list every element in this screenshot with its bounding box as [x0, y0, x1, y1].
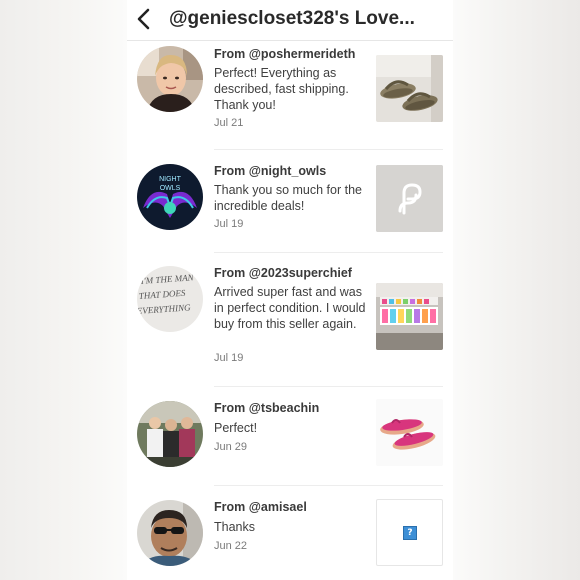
avatar-text-top: NIGHT — [159, 176, 182, 183]
from-label: From — [214, 401, 246, 415]
review-message: Perfect! — [214, 421, 258, 435]
background-left — [0, 0, 127, 580]
chevron-left-icon[interactable] — [133, 7, 157, 31]
review-date: Jul 21 — [214, 117, 244, 129]
review-from: From @amisael — [214, 500, 307, 514]
avatar[interactable] — [137, 401, 203, 467]
love-notes-screen: @geniescloset328's Love... From @posherm… — [127, 0, 453, 580]
broken-image-icon[interactable]: ? — [376, 499, 443, 566]
review-date: Jun 22 — [214, 540, 248, 552]
review-date: Jun 29 — [214, 441, 248, 453]
review-message: Thanks — [214, 520, 255, 534]
review-from: From @2023superchief — [214, 266, 352, 280]
review-message: Thank you so much for the incredible dea… — [214, 183, 362, 213]
reviewer-handle[interactable]: @poshermerideth — [249, 47, 356, 61]
review-from: From @tsbeachin — [214, 401, 319, 415]
avatar[interactable] — [137, 46, 203, 112]
avatar[interactable]: I'M THE MAN THAT DOES EVERYTHING — [137, 266, 203, 332]
review-date: Jul 19 — [214, 218, 244, 230]
broken-image-glyph: ? — [403, 526, 417, 540]
products-photo[interactable] — [376, 283, 443, 350]
reviewer-handle[interactable]: @amisael — [249, 500, 307, 514]
flip-flops-photo[interactable] — [376, 399, 443, 466]
review-message: Arrived super fast and was in perfect co… — [214, 285, 366, 331]
page-title: @geniescloset328's Love... — [169, 8, 415, 29]
from-label: From — [214, 266, 246, 280]
from-label: From — [214, 164, 246, 178]
avatar-text-mid: OWLS — [160, 185, 181, 192]
background-right — [453, 0, 580, 580]
top-bar: @geniescloset328's Love... — [127, 0, 453, 41]
review-from: From @night_owls — [214, 164, 326, 178]
review-message: Perfect! Everything as described, fast s… — [214, 66, 349, 112]
sandals-photo[interactable] — [376, 55, 443, 122]
reviewer-handle[interactable]: @night_owls — [249, 164, 326, 178]
divider — [214, 149, 443, 150]
poshmark-logo-icon[interactable] — [376, 165, 443, 232]
reviewer-handle[interactable]: @tsbeachin — [249, 401, 320, 415]
divider — [214, 252, 443, 253]
avatar[interactable] — [137, 500, 203, 566]
divider — [214, 485, 443, 486]
from-label: From — [214, 500, 246, 514]
avatar[interactable]: NIGHT OWLS — [137, 164, 203, 230]
divider — [214, 386, 443, 387]
review-from: From @poshermerideth — [214, 47, 355, 61]
from-label: From — [214, 47, 246, 61]
reviewer-handle[interactable]: @2023superchief — [249, 266, 352, 280]
review-date: Jul 19 — [214, 352, 244, 364]
